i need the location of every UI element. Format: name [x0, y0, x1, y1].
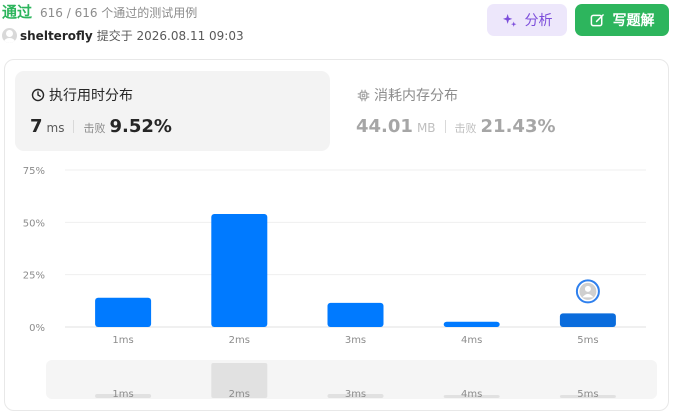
sparkle-icon: [502, 13, 516, 27]
write-solution-button[interactable]: 写题解: [575, 4, 669, 36]
overview-tick-label: 5ms: [577, 389, 598, 400]
submission-info: shelterofly 提交于 2026.08.11 09:03: [2, 27, 244, 44]
overview-tick-label: 3ms: [345, 389, 366, 400]
x-tick-label: 1ms: [112, 335, 133, 346]
x-tick-label: 5ms: [577, 335, 598, 346]
user-avatar[interactable]: [2, 28, 17, 43]
chart-bar[interactable]: [559, 313, 616, 327]
x-tick-label: 3ms: [345, 335, 366, 346]
chart-bar[interactable]: [211, 213, 268, 327]
x-tick-label: 2ms: [229, 335, 250, 346]
overview-tick-label: 2ms: [229, 389, 250, 400]
y-tick-label: 25%: [23, 271, 45, 282]
overview-tick-label: 4ms: [461, 389, 482, 400]
status-text: 通过: [2, 3, 33, 21]
distribution-card: 执行用时分布 7 ms 击败 9.52% 消耗内存分布 44.01 MB 击败 …: [4, 59, 669, 411]
submission-time: 提交于 2026.08.11 09:03: [96, 29, 244, 43]
chart-bar[interactable]: [327, 302, 384, 327]
analyze-label: 分析: [524, 13, 553, 29]
y-tick-label: 50%: [23, 218, 45, 229]
overview-tick-label: 1ms: [112, 389, 133, 400]
write-solution-label: 写题解: [612, 13, 655, 29]
username-link[interactable]: shelterofly: [20, 29, 93, 43]
edit-icon: [590, 13, 604, 26]
chart-bar[interactable]: [95, 297, 152, 327]
runtime-distribution-chart: 0% 25% 50% 75% 1ms 2ms 3ms 4ms 5ms 1ms 2ms 3ms 4ms 5m…: [23, 166, 646, 400]
x-tick-label: 4ms: [461, 335, 482, 346]
test-cases-count: 616 / 616 个通过的测试用例: [40, 6, 198, 20]
analyze-button[interactable]: 分析: [487, 4, 567, 36]
y-tick-label: 0%: [29, 323, 45, 334]
y-tick-label: 75%: [23, 166, 45, 177]
chart-bar[interactable]: [443, 321, 500, 327]
avatar-head: [584, 285, 591, 292]
